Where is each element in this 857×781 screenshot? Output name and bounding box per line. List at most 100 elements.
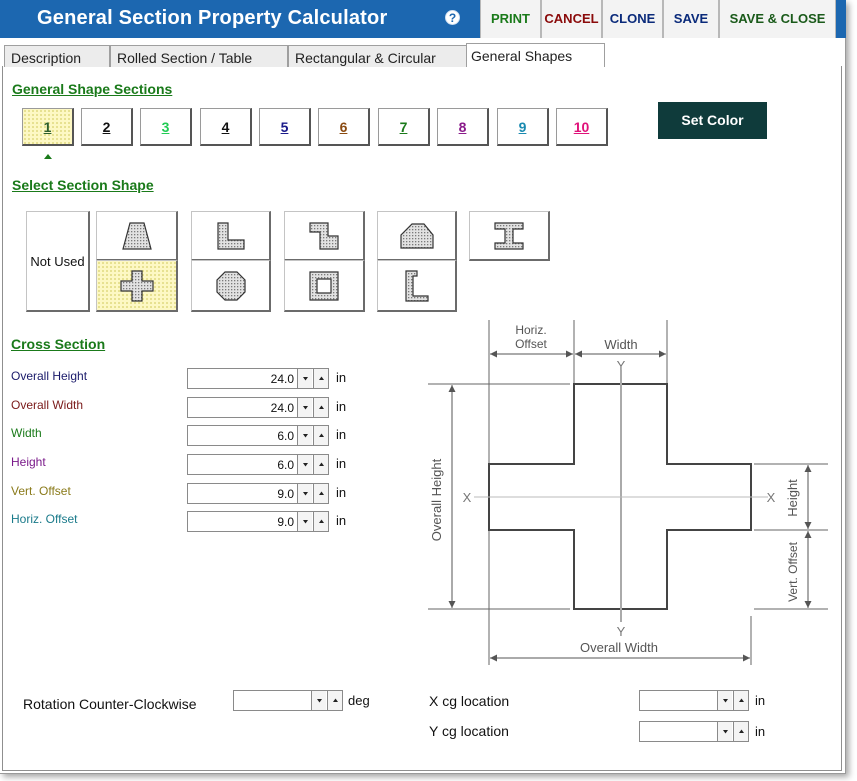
spin-down-button[interactable] [297,426,312,445]
spin-up-button[interactable] [733,722,748,741]
spin-down-button[interactable] [311,691,326,710]
shape-chamfered-top-button[interactable] [377,211,457,261]
spin-down-button[interactable] [717,691,732,710]
chevron-down-icon [303,463,308,467]
field-unit: in [336,370,347,385]
octagon-icon [215,270,246,301]
field-value: 9.0 [277,515,294,529]
field-unit: in [336,485,347,500]
tab-description[interactable]: Description [4,45,110,67]
spin-up-button[interactable] [313,369,328,388]
y-cg-label: Y cg location [429,723,509,739]
overall-width-label: Overall Width [580,640,658,655]
spin-down-button[interactable] [297,369,312,388]
chevron-up-icon [333,698,338,702]
spin-up-button[interactable] [313,398,328,417]
x-cg-spinner[interactable] [639,690,749,711]
height-label: Height [785,479,800,517]
width-label: Width [604,337,637,352]
spin-up-button[interactable] [327,691,342,710]
tab-general-shapes[interactable]: General Shapes [466,43,605,67]
shape-hollow-box-button[interactable] [284,260,365,312]
y-cg-spinner[interactable] [639,721,749,742]
field-spinner[interactable]: 6.0 [187,454,329,475]
y-axis-top-label: Y [617,358,626,373]
field-spinner[interactable]: 24.0 [187,397,329,418]
section-label: 9 [518,119,527,135]
chevron-down-icon [303,406,308,410]
chevron-down-icon [303,520,308,524]
print-button[interactable]: PRINT [480,0,541,38]
print-button-label: PRINT [491,11,530,26]
spin-up-button[interactable] [733,691,748,710]
field-label: Overall Width [11,398,84,412]
save-button-label: SAVE [673,11,709,26]
chevron-up-icon [739,698,744,702]
section-button-3[interactable]: 3 [140,108,192,146]
section-label: 2 [102,119,111,135]
tab-label: General Shapes [471,48,573,64]
shape-octagon-button[interactable] [191,260,271,312]
spin-down-button[interactable] [297,455,312,474]
spin-up-button[interactable] [313,426,328,445]
section-button-5[interactable]: 5 [259,108,311,146]
x-cg-value [642,691,714,710]
clone-button[interactable]: CLONE [602,0,663,38]
section-button-6[interactable]: 6 [318,108,370,146]
clone-button-label: CLONE [609,11,656,26]
chevron-up-icon [319,462,324,466]
shape-i-beam-button[interactable] [469,211,550,261]
tab-rolled-section[interactable]: Rolled Section / Table [110,45,288,67]
rotation-spinner[interactable] [233,690,343,711]
chevron-up-icon [319,376,324,380]
section-button-10[interactable]: 10 [556,108,608,146]
y-cg-unit: in [755,724,766,739]
section-label: 4 [221,119,230,135]
spin-down-button[interactable] [297,398,312,417]
not-used-button[interactable]: Not Used [26,211,90,312]
x-cg-label: X cg location [429,693,510,709]
section-button-9[interactable]: 9 [497,108,549,146]
save-close-button-label: SAVE & CLOSE [729,11,826,26]
field-label: Height [11,455,46,469]
save-button[interactable]: SAVE [663,0,719,38]
shape-channel-button[interactable] [377,260,457,312]
section-label: 3 [161,119,170,135]
tab-rectangular-circular[interactable]: Rectangular & Circular [288,45,468,67]
section-button-4[interactable]: 4 [200,108,252,146]
section-label: 1 [43,119,52,135]
z-section-icon [309,221,339,250]
section-button-1[interactable]: 1 [22,108,74,146]
field-label: Overall Height [11,369,88,383]
spin-down-button[interactable] [297,512,312,531]
cancel-button[interactable]: CANCEL [541,0,602,38]
chevron-down-icon [723,699,728,703]
section-button-7[interactable]: 7 [378,108,430,146]
rotation-value [236,691,308,710]
spin-down-button[interactable] [297,484,312,503]
field-spinner[interactable]: 24.0 [187,368,329,389]
spin-up-button[interactable] [313,512,328,531]
field-spinner[interactable]: 9.0 [187,483,329,504]
spin-down-button[interactable] [717,722,732,741]
section-button-8[interactable]: 8 [437,108,489,146]
save-close-button[interactable]: SAVE & CLOSE [719,0,836,38]
section-label: 5 [280,119,289,135]
spin-up-button[interactable] [313,455,328,474]
not-used-label: Not Used [30,254,85,269]
shape-l-angle-button[interactable] [191,211,271,261]
chamfered-top-icon [399,222,434,249]
field-spinner[interactable]: 6.0 [187,425,329,446]
shape-z-section-button[interactable] [284,211,365,261]
channel-icon [404,269,429,302]
section-button-2[interactable]: 2 [81,108,133,146]
tab-label: Rolled Section / Table [117,50,253,66]
help-icon[interactable]: ? [445,10,460,25]
field-spinner[interactable]: 9.0 [187,511,329,532]
shape-cross-button[interactable] [96,260,178,312]
spin-up-button[interactable] [313,484,328,503]
cross-section-diagram: Horiz. Offset Width Y Y X X Overall Heig… [428,320,828,665]
section-label: 8 [458,119,467,135]
set-color-button[interactable]: Set Color [658,102,767,139]
shape-trapezoid-button[interactable] [96,211,178,261]
